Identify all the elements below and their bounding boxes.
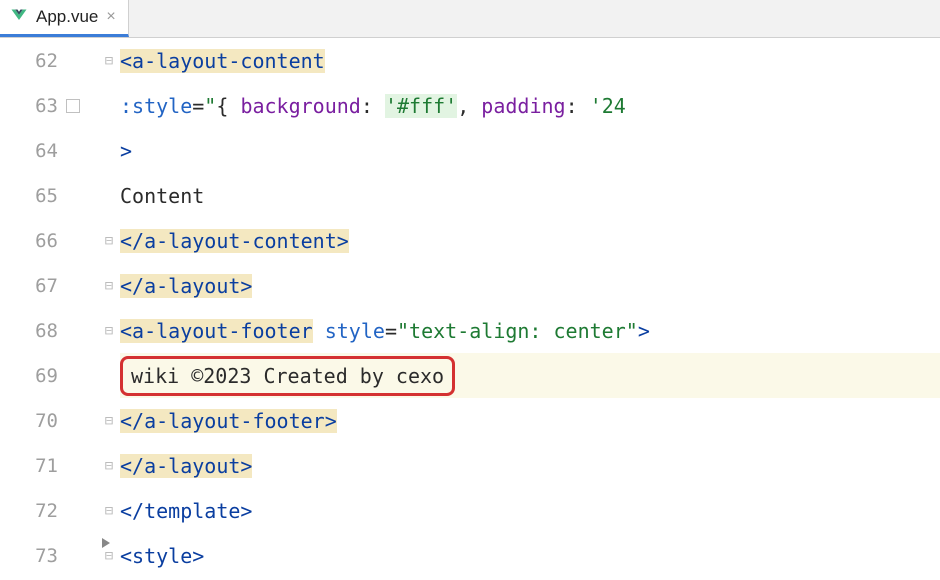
line-number: 68: [0, 308, 100, 353]
line-number-gutter: 62 63 64 65 66 67 68 69 70 71 72 73: [0, 38, 100, 580]
vue-file-icon: [10, 9, 28, 25]
code-line[interactable]: </a-layout>: [120, 263, 940, 308]
line-number: 64: [0, 128, 100, 173]
code-line[interactable]: </template>: [120, 488, 940, 533]
tab-bar: App.vue ×: [0, 0, 940, 38]
close-icon[interactable]: ×: [106, 9, 115, 25]
line-number: 69: [0, 353, 100, 398]
code-area[interactable]: <a-layout-content :style="{ background: …: [120, 38, 940, 580]
code-line[interactable]: <a-layout-footer style="text-align: cent…: [120, 308, 940, 353]
fold-end-icon[interactable]: ⊟: [102, 504, 116, 518]
code-line[interactable]: <a-layout-content: [120, 38, 940, 83]
code-line[interactable]: Content: [120, 173, 940, 218]
fold-strip: ⊟ ⊟ ⊟ ⊟ ⊟ ⊟ ⊟ ⊟: [100, 38, 120, 580]
line-number: 66: [0, 218, 100, 263]
file-tab[interactable]: App.vue ×: [0, 0, 129, 37]
line-number: 65: [0, 173, 100, 218]
line-number: 67: [0, 263, 100, 308]
code-line[interactable]: </a-layout-footer>: [120, 398, 940, 443]
fold-end-icon[interactable]: ⊟: [102, 459, 116, 473]
line-number: 62: [0, 38, 100, 83]
code-line[interactable]: </a-layout-content>: [120, 218, 940, 263]
fold-toggle-icon[interactable]: ⊟: [102, 54, 116, 68]
line-number: 71: [0, 443, 100, 488]
fold-end-icon[interactable]: ⊟: [102, 279, 116, 293]
line-number: 73: [0, 533, 100, 578]
code-line[interactable]: :style="{ background: '#fff', padding: '…: [120, 83, 940, 128]
breakpoint-marker[interactable]: [66, 99, 80, 113]
code-line[interactable]: >: [120, 128, 940, 173]
code-editor[interactable]: 62 63 64 65 66 67 68 69 70 71 72 73 ⊟ ⊟ …: [0, 38, 940, 580]
expand-arrow-icon[interactable]: [102, 538, 110, 548]
fold-toggle-icon[interactable]: ⊟: [102, 324, 116, 338]
code-line[interactable]: </a-layout>: [120, 443, 940, 488]
line-number: 70: [0, 398, 100, 443]
fold-end-icon[interactable]: ⊟: [102, 234, 116, 248]
code-line[interactable]: <style>: [120, 533, 940, 578]
code-line-current[interactable]: wiki ©2023 Created by cexo: [120, 353, 940, 398]
fold-end-icon[interactable]: ⊟: [102, 414, 116, 428]
line-number: 72: [0, 488, 100, 533]
tab-filename: App.vue: [36, 7, 98, 27]
fold-toggle-icon[interactable]: ⊟: [102, 549, 116, 563]
line-number: 63: [0, 83, 100, 128]
highlighted-text: wiki ©2023 Created by cexo: [120, 356, 455, 396]
